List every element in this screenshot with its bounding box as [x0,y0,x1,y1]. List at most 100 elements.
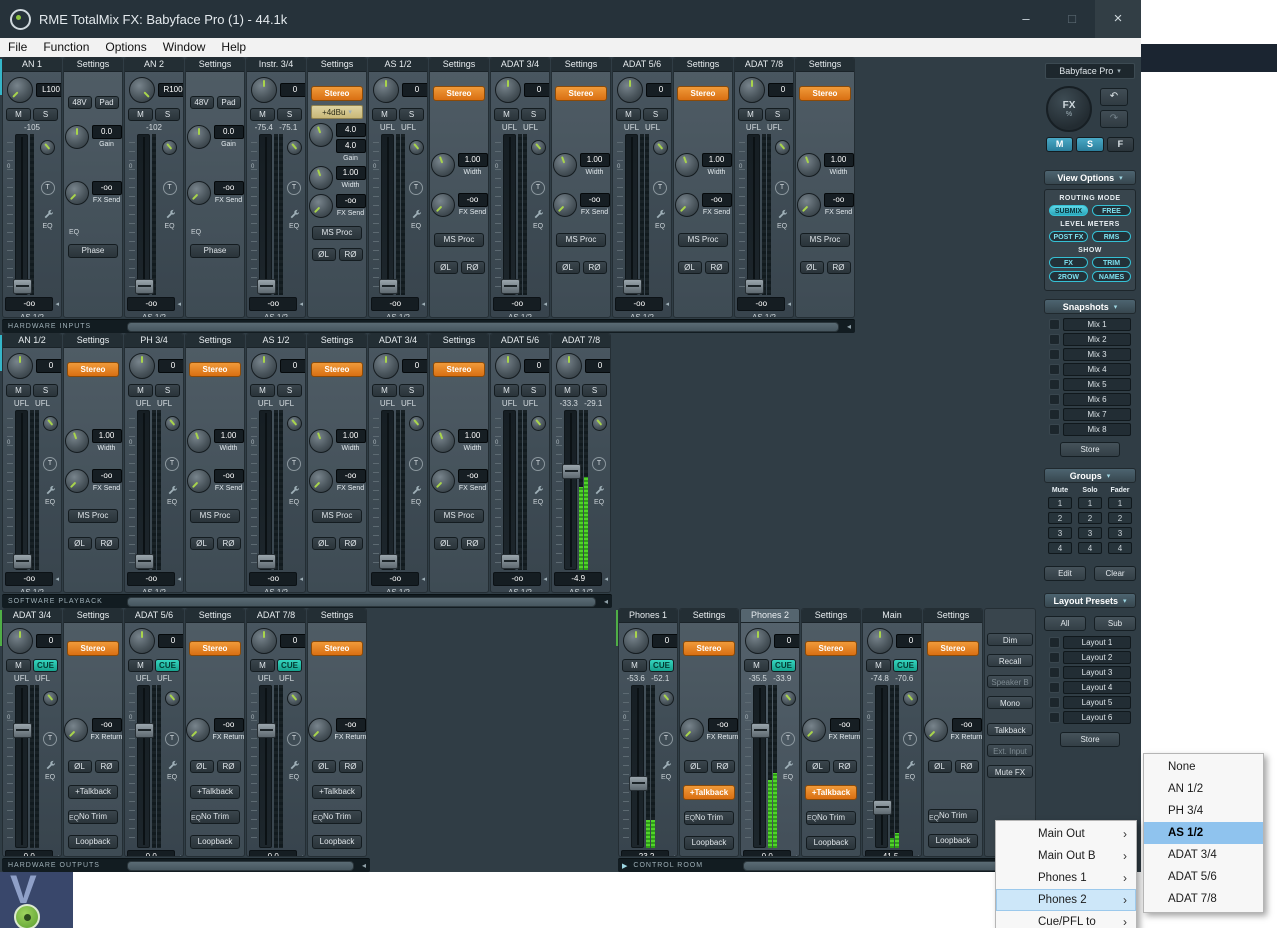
group-fader-4-button[interactable]: 4 [1108,542,1132,554]
m-button[interactable]: M [866,659,891,672]
layouts-store-button[interactable]: Store [1060,732,1120,747]
aux-knob[interactable] [592,416,607,431]
wrench-icon[interactable] [661,757,671,767]
fader-track[interactable] [503,134,516,295]
pad-button[interactable]: Pad [217,96,241,109]
settings-header[interactable]: Settings [680,609,738,623]
route-label[interactable]: AS 1/2 [125,311,183,318]
eq-label[interactable]: EQ [661,774,671,781]
aux-knob[interactable] [165,416,180,431]
names-button[interactable]: NAMES [1092,271,1131,282]
ms-proc-button[interactable]: MS Proc [434,233,484,247]
phase-left-button[interactable]: ØL [800,261,824,274]
channel-name[interactable]: AN 1/2 [3,334,61,348]
stereo-button[interactable]: Stereo [805,641,857,656]
fader-handle[interactable] [379,279,398,294]
m-button[interactable]: M [6,384,31,397]
eq-label[interactable]: EQ [594,499,604,506]
pan-knob[interactable] [7,628,33,654]
gain-knob[interactable] [65,125,89,149]
talkback-button[interactable]: +Talkback [68,785,118,799]
fx-send-knob[interactable] [431,469,455,493]
rms-button[interactable]: RMS [1092,231,1131,242]
settings-header[interactable]: Settings [430,58,488,72]
mono-button[interactable]: Mono [987,696,1033,709]
collapse-arrow-icon[interactable]: ◂ [543,575,547,583]
settings-header[interactable]: Settings [64,334,122,348]
trim-button[interactable]: T [165,732,179,746]
submenu-item-ph-3-4[interactable]: PH 3/4 [1144,800,1263,822]
channel-name[interactable]: Phones 1 [619,609,677,623]
eq-label[interactable]: EQ [783,774,793,781]
trim-button[interactable]: T [903,732,917,746]
trim-button[interactable]: T [653,181,667,195]
wrench-icon[interactable] [43,206,53,216]
menu-window[interactable]: Window [155,38,214,57]
route-label[interactable]: AS 1/2 [369,586,427,593]
s-button[interactable]: S [399,108,424,121]
groups-edit-button[interactable]: Edit [1044,566,1086,581]
stereo-button[interactable]: Stereo [799,86,851,101]
s-button[interactable]: S [643,108,668,121]
scrollbar-handle[interactable] [743,861,1014,871]
group-mute-4-button[interactable]: 4 [1048,542,1072,554]
group-mute-3-button[interactable]: 3 [1048,527,1072,539]
ms-proc-button[interactable]: MS Proc [556,233,606,247]
menu-options[interactable]: Options [97,38,154,57]
layout-led[interactable] [1049,697,1060,708]
settings-header[interactable]: Settings [186,58,244,72]
s-button[interactable]: S [521,384,546,397]
aux-knob[interactable] [40,140,55,155]
snapshot-name[interactable]: Mix 1 [1063,318,1131,331]
mute-fx-button[interactable]: Mute FX [987,765,1033,778]
s-button[interactable]: S [765,108,790,121]
wrench-icon[interactable] [533,206,543,216]
fader-handle[interactable] [13,723,32,738]
width-knob[interactable] [65,429,89,453]
ms-proc-button[interactable]: MS Proc [678,233,728,247]
s-button[interactable]: S [582,384,607,397]
channel-name[interactable]: ADAT 3/4 [491,58,549,72]
snapshot-led[interactable] [1049,319,1060,330]
cue-button[interactable]: CUE [277,659,302,672]
snapshot-led[interactable] [1049,424,1060,435]
trim-button[interactable]: T [659,732,673,746]
eq-label[interactable]: EQ [69,815,79,822]
eq-label[interactable]: EQ [685,815,695,822]
post-fx-button[interactable]: POST FX [1049,231,1088,242]
phase-left-button[interactable]: ØL [684,760,708,773]
s-button[interactable]: S [33,108,58,121]
fader-track[interactable] [381,134,394,295]
stereo-button[interactable]: Stereo [189,641,241,656]
channel-name[interactable]: AN 2 [125,58,183,72]
stereo-button[interactable]: Stereo [311,641,363,656]
eq-label[interactable]: EQ [777,223,787,230]
channel-name[interactable]: ADAT 7/8 [247,609,305,623]
collapse-arrow-icon[interactable]: ◂ [671,853,675,857]
eq-label[interactable]: EQ [167,774,177,781]
fader-track[interactable] [875,685,888,848]
fader-handle[interactable] [562,464,581,479]
phase-right-button[interactable]: RØ [827,261,851,274]
row-scrollbar[interactable]: ▶CONTROL ROOM◂ [618,858,1030,872]
pan-knob[interactable] [623,628,649,654]
cue-button[interactable]: CUE [771,659,796,672]
wrench-icon[interactable] [45,482,55,492]
snapshot-name[interactable]: Mix 7 [1063,408,1131,421]
eq-label[interactable]: EQ [313,815,323,822]
group-fader-2-button[interactable]: 2 [1108,512,1132,524]
collapse-arrow-icon[interactable]: ◂ [421,300,425,308]
pan-knob[interactable] [7,353,33,379]
snapshot-led[interactable] [1049,409,1060,420]
phase-right-button[interactable]: RØ [217,537,241,550]
fader-handle[interactable] [13,554,32,569]
phase-left-button[interactable]: ØL [312,537,336,550]
fader-handle[interactable] [501,279,520,294]
eq-label[interactable]: EQ [411,499,421,506]
phase-button[interactable]: Phase [68,244,118,258]
phase-right-button[interactable]: RØ [711,760,735,773]
s-button[interactable]: S [277,384,302,397]
talkback-button[interactable]: +Talkback [683,785,735,800]
route-label[interactable]: AS 1/2 [3,586,61,593]
aux-knob[interactable] [162,140,177,155]
